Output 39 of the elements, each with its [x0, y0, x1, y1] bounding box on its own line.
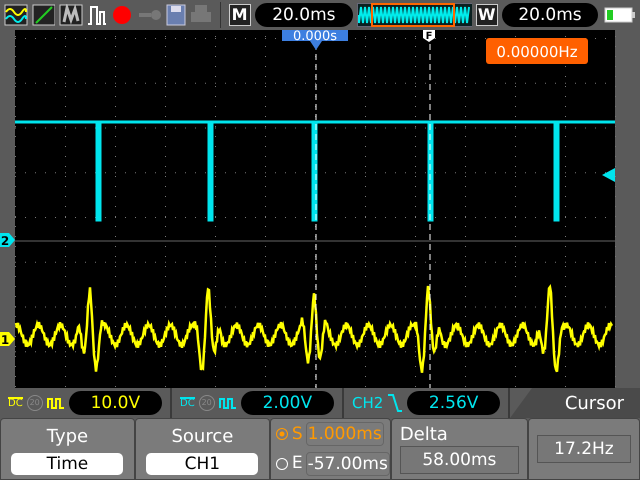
battery-icon	[604, 7, 636, 23]
radio-button[interactable]	[274, 427, 289, 442]
trigger-source-label: CH2	[352, 392, 384, 414]
cursor-label: E	[292, 452, 303, 475]
mode-label: M	[228, 4, 250, 26]
trigger-position-marker[interactable]: 0.000s	[282, 30, 348, 50]
coupling-label: DC	[8, 397, 23, 409]
volts-per-div-readout: 10.0V	[68, 391, 162, 415]
volts-per-div-readout: 2.00V	[240, 391, 334, 415]
readout-value: 17.2Hz	[536, 435, 631, 463]
pulse-icon[interactable]	[87, 4, 107, 26]
waveform-icon[interactable]	[4, 4, 28, 26]
option-value: Time	[11, 453, 124, 475]
readout-label: Delta	[400, 424, 449, 446]
cursor-value: -57.00ms	[306, 452, 390, 476]
persistence-icon[interactable]	[59, 4, 84, 26]
cursor-panel[interactable]: S 1.000ms E -57.00ms	[270, 418, 391, 480]
menu-title: Cursor	[510, 388, 640, 418]
option-label: Source	[171, 425, 234, 449]
square-wave-icon	[218, 396, 237, 410]
window-label: W	[476, 4, 498, 26]
option-value: CH1	[146, 453, 258, 475]
option-label: Type	[46, 425, 88, 449]
window-timebase-readout: 20.0ms	[502, 3, 598, 27]
coupling-label: DC	[180, 397, 195, 409]
timebase-readout: 20.0ms	[254, 3, 354, 27]
menu-panel[interactable]: Type Time	[0, 418, 135, 480]
frequency-readout: 0.00000Hz	[486, 38, 588, 64]
trigger-level-readout: 2.56V	[407, 391, 500, 415]
falling-edge-icon	[387, 393, 404, 413]
trigger-marker: F	[423, 30, 435, 42]
trigger-level-marker	[602, 168, 615, 182]
cursor-label: S	[292, 422, 303, 446]
readout-value: 58.00ms	[400, 446, 519, 474]
menu-panel[interactable]: Source CH1	[134, 418, 270, 480]
channel-marker[interactable]: 1	[0, 332, 15, 347]
cursor-value: 1.000ms	[306, 422, 384, 446]
channel-marker[interactable]: 2	[0, 233, 15, 248]
square-wave-icon	[46, 396, 65, 410]
